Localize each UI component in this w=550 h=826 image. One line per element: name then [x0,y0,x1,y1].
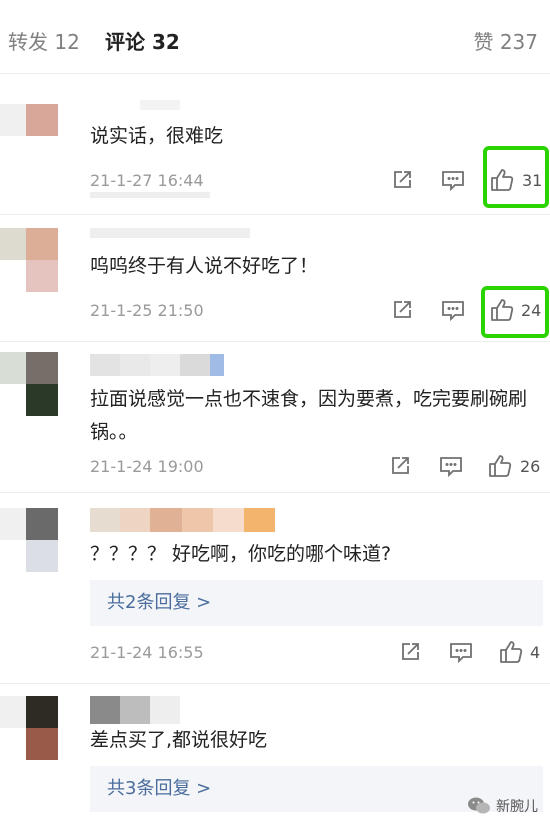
avatar [0,696,58,760]
username-blurred [140,100,180,110]
reply-icon[interactable] [440,298,466,322]
username-blurred [90,228,250,238]
divider [0,214,550,215]
watermark-label: 新腕儿 [496,799,538,815]
tab-likes[interactable]: 赞 237 [473,28,538,56]
divider [0,341,550,342]
comment-text: 拉面说感觉一点也不速食，因为要煮，吃完要刷碗刷锅。。 [90,388,528,443]
like-icon[interactable] [487,453,513,479]
username-blurred [90,696,180,724]
replies-link[interactable]: 共2条回复 > [90,580,543,626]
comment-time: 21-1-25 21:50 [90,301,204,320]
comment-item: 说实话，很难吃 21-1-27 16:44 31 [0,80,550,228]
comment-time: 21-1-24 16:55 [90,643,204,662]
avatar [0,352,58,416]
highlight-box [483,146,549,208]
decoration [90,192,210,198]
username-blurred [90,354,224,376]
avatar [0,228,58,292]
share-icon[interactable] [390,298,414,322]
share-icon[interactable] [390,168,414,192]
like-count: 4 [530,643,541,662]
share-icon[interactable] [388,454,412,478]
comment-time: 21-1-27 16:44 [90,171,204,190]
tab-comments[interactable]: 评论 32 [105,28,180,56]
like-count: 26 [520,457,541,476]
reply-icon[interactable] [448,640,474,664]
highlight-box [481,286,549,338]
tab-repost[interactable]: 转发 12 [8,28,80,56]
like-icon[interactable] [498,639,524,665]
comment-text: ？？？？ 好吃啊，你吃的哪个味道? [90,543,392,565]
username-blurred [90,508,275,532]
reply-icon[interactable] [440,168,466,192]
comment-item: ？？？？ 好吃啊，你吃的哪个味道? 共2条回复 > 21-1-24 16:55 … [0,500,550,680]
avatar [0,104,58,136]
wechat-logo-icon [468,797,490,815]
comment-item: 呜呜终于有人说不好吃了！ 21-1-25 21:50 24 [0,222,550,338]
comment-item: 拉面说感觉一点也不速食，因为要煮，吃完要刷碗刷锅。。 21-1-24 19:00… [0,350,550,490]
comment-text: 差点买了,都说很好吃 [90,729,268,751]
divider [0,683,550,684]
comment-text: 呜呜终于有人说不好吃了！ [90,255,319,277]
reply-icon[interactable] [438,454,464,478]
divider [0,492,550,493]
tab-bar: 转发 12 评论 32 赞 237 [0,0,550,74]
comment-time: 21-1-24 19:00 [90,457,204,476]
share-icon[interactable] [398,640,422,664]
avatar [0,508,58,572]
comment-text: 说实话，很难吃 [90,125,224,147]
watermark: 新腕儿 [468,796,538,816]
